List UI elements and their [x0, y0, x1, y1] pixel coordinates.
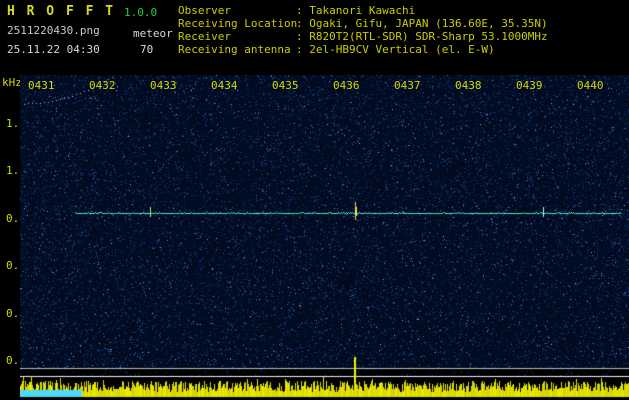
info-row-location: Receiving Location : Ogaki, Gifu, JAPAN … [178, 17, 548, 30]
info-value: : 2el-HB9CV Vertical (el. E-W) [296, 43, 495, 56]
x-tick-label: 0434 [211, 79, 238, 92]
station-info: Observer : Takanori Kawachi Receiving Lo… [178, 4, 548, 56]
datetime-label: 25.11.22 04:30 [7, 43, 100, 56]
output-filename: 2511220430.png [7, 24, 100, 37]
app-version: 1.0.0 [124, 6, 158, 19]
info-row-receiver: Receiver : R820T2(RTL-SDR) SDR-Sharp 53.… [178, 30, 548, 43]
y-axis-unit-label: kHz [2, 76, 22, 89]
info-value: : R820T2(RTL-SDR) SDR-Sharp 53.1000MHz [296, 30, 548, 43]
info-row-observer: Observer : Takanori Kawachi [178, 4, 548, 17]
x-tick-label: 0440 [577, 79, 604, 92]
x-tick-label: 0436 [333, 79, 360, 92]
app-title: H R O F F T [7, 4, 116, 19]
info-label: Receiving Location [178, 17, 298, 30]
x-tick-label: 0439 [516, 79, 543, 92]
info-label: Receiver [178, 30, 231, 43]
info-label: Receiving antenna [178, 43, 291, 56]
x-tick-label: 0433 [150, 79, 177, 92]
info-label: Observer [178, 4, 231, 17]
info-value: : Takanori Kawachi [296, 4, 416, 17]
x-tick-label: 0437 [394, 79, 421, 92]
x-tick-label: 0435 [272, 79, 299, 92]
x-tick-label: 0432 [89, 79, 116, 92]
x-tick-label: 0438 [455, 79, 482, 92]
hrofft-output-image: H R O F F T 1.0.0 2511220430.png meteor … [0, 0, 629, 400]
mode-label: meteor [133, 27, 173, 40]
info-row-antenna: Receiving antenna : 2el-HB9CV Vertical (… [178, 43, 548, 56]
echo-count: 70 [140, 43, 154, 56]
x-tick-label: 0431 [28, 79, 55, 92]
info-value: : Ogaki, Gifu, JAPAN (136.60E, 35.35N) [296, 17, 548, 30]
spectrogram-canvas [20, 75, 629, 400]
